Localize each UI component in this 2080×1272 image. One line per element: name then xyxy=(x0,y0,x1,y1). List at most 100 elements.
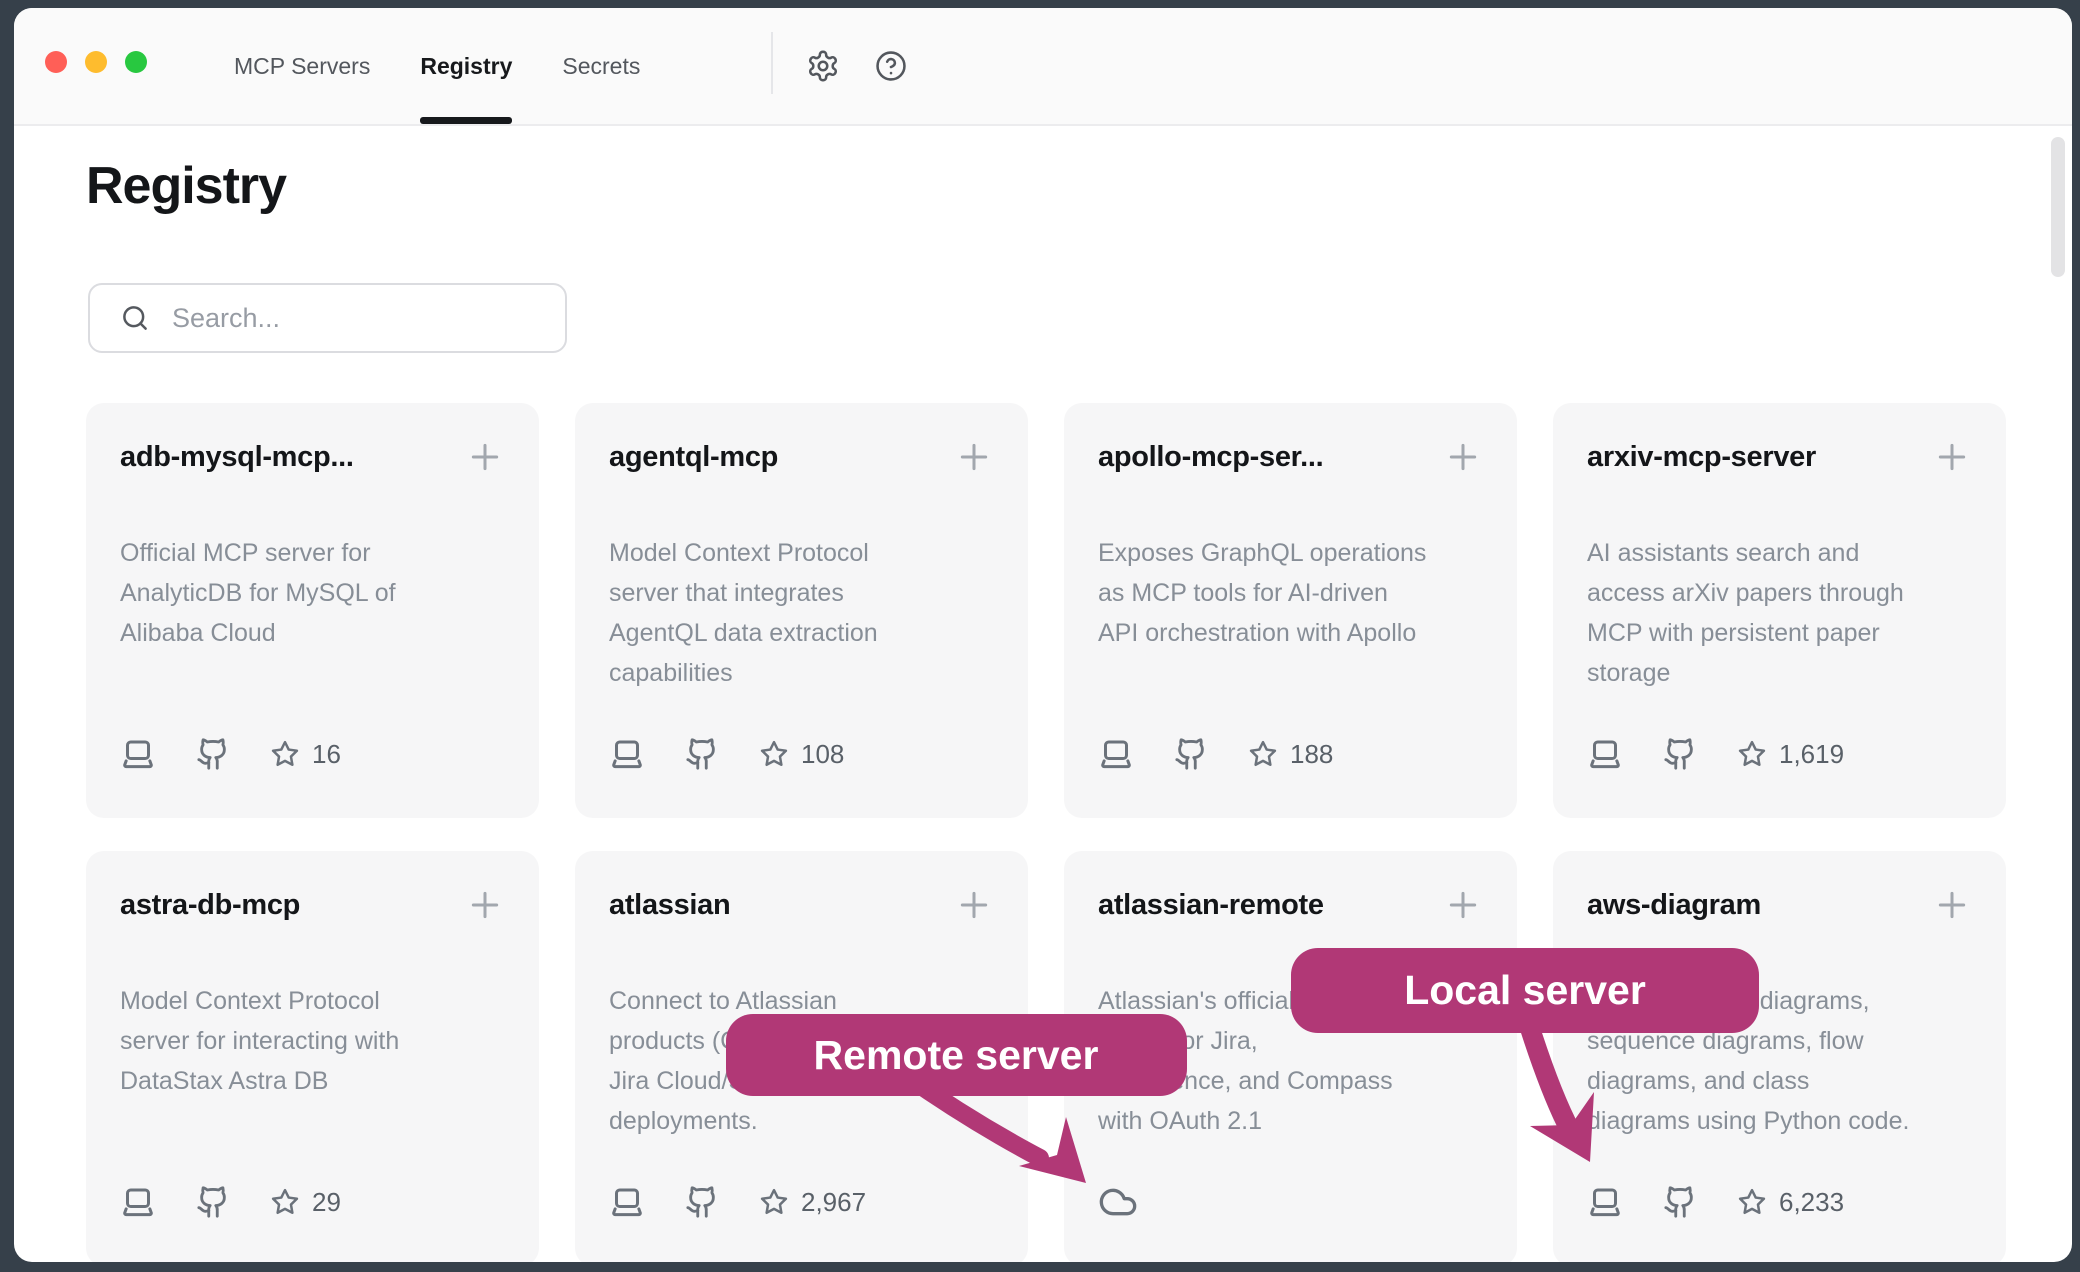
laptop-icon xyxy=(120,736,156,772)
cloud-icon xyxy=(1098,1182,1138,1222)
description-line: Model Context Protocol xyxy=(120,981,505,1021)
server-stats: 108 xyxy=(609,736,844,772)
plus-icon xyxy=(465,885,505,925)
add-server-button[interactable] xyxy=(1443,437,1483,477)
add-server-button[interactable] xyxy=(1443,885,1483,925)
description-line: sequence diagrams, flow xyxy=(1587,1021,1972,1061)
server-card-atlassian-remote: atlassian-remote Atlassian's official MC… xyxy=(1064,851,1517,1262)
github-icon xyxy=(196,1185,230,1219)
star-count: 1,619 xyxy=(1779,739,1844,770)
add-server-button[interactable] xyxy=(1932,885,1972,925)
search-icon xyxy=(120,303,150,333)
star-count: 29 xyxy=(312,1187,341,1218)
server-stats: 29 xyxy=(120,1184,341,1220)
tab-label: Secrets xyxy=(562,53,640,80)
plus-icon xyxy=(1443,437,1483,477)
server-card-apollo-mcp-server: apollo-mcp-ser... Exposes GraphQL operat… xyxy=(1064,403,1517,818)
server-card-astra-db-mcp: astra-db-mcp Model Context Protocol serv… xyxy=(86,851,539,1262)
app-window: MCP Servers Registry Secrets Registry xyxy=(14,8,2072,1262)
plus-icon xyxy=(1932,437,1972,477)
gear-icon xyxy=(806,49,840,83)
tab-registry[interactable]: Registry xyxy=(420,8,512,124)
server-name: agentql-mcp xyxy=(609,437,778,477)
vertical-scrollbar-thumb[interactable] xyxy=(2051,137,2065,277)
star-count: 6,233 xyxy=(1779,1187,1844,1218)
active-tab-underline xyxy=(420,117,512,124)
plus-icon xyxy=(1443,885,1483,925)
server-card-agentql-mcp: agentql-mcp Model Context Protocol serve… xyxy=(575,403,1028,818)
description-line: with OAuth 2.1 xyxy=(1098,1101,1483,1141)
close-window-button[interactable] xyxy=(45,51,67,73)
description-line: Alibaba Cloud xyxy=(120,613,505,653)
description-line: AnalyticDB for MySQL of xyxy=(120,573,505,613)
description-line: server that integrates xyxy=(609,573,994,613)
description-line: storage xyxy=(1587,653,1972,693)
server-stats: 1,619 xyxy=(1587,736,1844,772)
server-name: adb-mysql-mcp... xyxy=(120,437,354,477)
traffic-lights xyxy=(45,51,147,73)
tab-label: Registry xyxy=(420,53,512,80)
description-line: server for interacting with xyxy=(120,1021,505,1061)
server-name: astra-db-mcp xyxy=(120,885,300,925)
help-button[interactable] xyxy=(874,49,908,83)
description-line: Exposes GraphQL operations xyxy=(1098,533,1483,573)
star-icon xyxy=(1737,739,1767,769)
star-icon xyxy=(759,1187,789,1217)
tab-mcp-servers[interactable]: MCP Servers xyxy=(234,8,370,124)
description-line: MCP with persistent paper xyxy=(1587,613,1972,653)
server-description: Official MCP server for AnalyticDB for M… xyxy=(120,533,505,653)
server-card-adb-mysql-mcp: adb-mysql-mcp... Official MCP server for… xyxy=(86,403,539,818)
zoom-window-button[interactable] xyxy=(125,51,147,73)
server-stats: 2,967 xyxy=(609,1184,866,1220)
help-icon xyxy=(874,49,908,83)
server-stats: 6,233 xyxy=(1587,1184,1844,1220)
description-line: Official MCP server for xyxy=(120,533,505,573)
star-icon xyxy=(270,739,300,769)
star-icon xyxy=(759,739,789,769)
add-server-button[interactable] xyxy=(954,885,994,925)
plus-icon xyxy=(465,437,505,477)
server-name: apollo-mcp-ser... xyxy=(1098,437,1323,477)
description-line: diagrams using Python code. xyxy=(1587,1101,1972,1141)
server-stats: 16 xyxy=(120,736,341,772)
laptop-icon xyxy=(609,736,645,772)
description-line: Model Context Protocol xyxy=(609,533,994,573)
server-description: Connect to Atlassian products (Confluenc… xyxy=(609,981,994,1141)
github-icon xyxy=(1663,1185,1697,1219)
minimize-window-button[interactable] xyxy=(85,51,107,73)
description-line: API orchestration with Apollo xyxy=(1098,613,1483,653)
server-name: arxiv-mcp-server xyxy=(1587,437,1816,477)
description-line: AgentQL data extraction xyxy=(609,613,994,653)
server-description: Atlassian's official MCP server for Jira… xyxy=(1098,981,1483,1141)
settings-button[interactable] xyxy=(806,49,840,83)
github-icon xyxy=(1174,737,1208,771)
search-input[interactable] xyxy=(170,302,551,335)
laptop-icon xyxy=(1587,1184,1623,1220)
tab-label: MCP Servers xyxy=(234,53,370,80)
star-count: 2,967 xyxy=(801,1187,866,1218)
star-count: 108 xyxy=(801,739,844,770)
description-line: products (Confluence, xyxy=(609,1021,994,1061)
add-server-button[interactable] xyxy=(1932,437,1972,477)
plus-icon xyxy=(954,437,994,477)
server-card-arxiv-mcp-server: arxiv-mcp-server AI assistants search an… xyxy=(1553,403,2006,818)
add-server-button[interactable] xyxy=(465,437,505,477)
add-server-button[interactable] xyxy=(465,885,505,925)
description-line: Connect to Atlassian xyxy=(609,981,994,1021)
add-server-button[interactable] xyxy=(954,437,994,477)
main-tabs: MCP Servers Registry Secrets xyxy=(234,8,640,124)
server-stats xyxy=(1098,1184,1138,1220)
star-icon xyxy=(1737,1187,1767,1217)
github-icon xyxy=(196,737,230,771)
description-line: Confluence, and Compass xyxy=(1098,1061,1483,1101)
description-line: diagrams, and class xyxy=(1587,1061,1972,1101)
star-icon xyxy=(270,1187,300,1217)
description-line: DataStax Astra DB xyxy=(120,1061,505,1101)
server-card-atlassian: atlassian Connect to Atlassian products … xyxy=(575,851,1028,1262)
description-line: server for Jira, xyxy=(1098,1021,1483,1061)
laptop-icon xyxy=(1587,736,1623,772)
registry-page: Registry adb-mysql-mcp... Official MCP s… xyxy=(14,156,2072,1262)
laptop-icon xyxy=(609,1184,645,1220)
star-icon xyxy=(1248,739,1278,769)
tab-secrets[interactable]: Secrets xyxy=(562,8,640,124)
